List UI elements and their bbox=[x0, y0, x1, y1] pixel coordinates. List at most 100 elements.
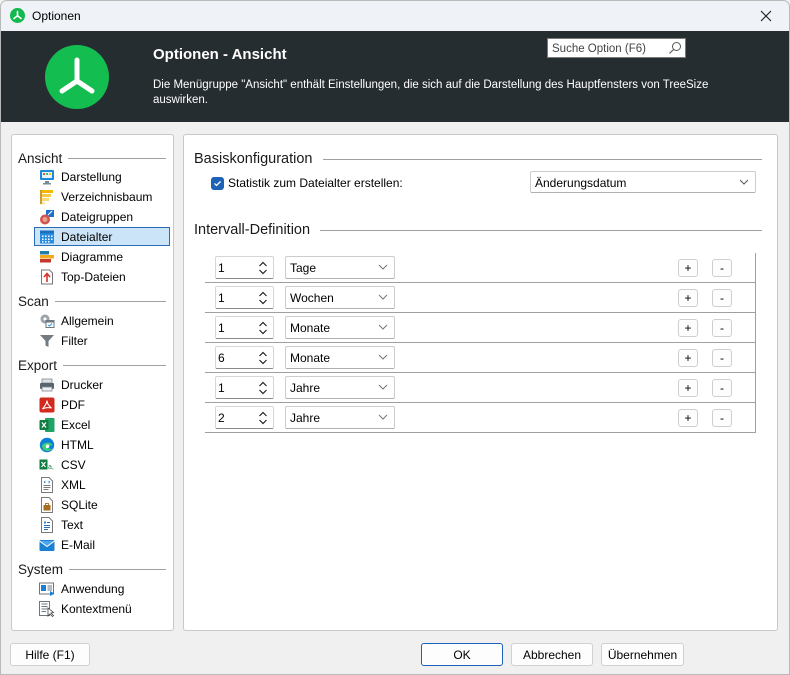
nav-item-dateialter[interactable]: Dateialter bbox=[34, 227, 170, 246]
nav-item-label: Top-Dateien bbox=[61, 269, 126, 284]
nav-item-text[interactable]: Text bbox=[34, 515, 170, 534]
nav-item-filter[interactable]: Filter bbox=[34, 331, 170, 350]
spin-arrows-icon[interactable] bbox=[258, 350, 268, 366]
add-interval-button[interactable]: + bbox=[678, 349, 698, 367]
interval-value-stepper[interactable] bbox=[215, 406, 274, 429]
add-interval-button[interactable]: + bbox=[678, 289, 698, 307]
interval-unit-select[interactable]: Jahre bbox=[285, 406, 395, 429]
remove-interval-button[interactable]: - bbox=[712, 349, 732, 367]
date-type-select[interactable]: Änderungsdatum bbox=[530, 171, 756, 193]
nav-item-label: PDF bbox=[61, 397, 85, 412]
help-button[interactable]: Hilfe (F1) bbox=[10, 643, 90, 666]
cancel-button[interactable]: Abbrechen bbox=[511, 643, 593, 666]
close-button[interactable] bbox=[743, 1, 789, 31]
treesize-app-icon bbox=[10, 8, 25, 23]
nav-item-anwendung[interactable]: Anwendung bbox=[34, 579, 170, 598]
nav-item-label: Excel bbox=[61, 417, 91, 432]
nav-item-label: Text bbox=[61, 517, 84, 532]
interval-unit-select[interactable]: Monate bbox=[285, 346, 395, 369]
remove-interval-button[interactable]: - bbox=[712, 409, 732, 427]
nav-item-sqlite[interactable]: SQLite bbox=[34, 495, 170, 514]
nav-item-diagramme[interactable]: Diagramme bbox=[34, 247, 170, 266]
interval-value-input[interactable] bbox=[218, 350, 254, 365]
filter-icon bbox=[39, 333, 55, 349]
excel-icon bbox=[39, 417, 55, 433]
date-type-value: Änderungsdatum bbox=[535, 176, 627, 190]
nav-item-darstellung[interactable]: Darstellung bbox=[34, 167, 170, 186]
remove-interval-button[interactable]: - bbox=[712, 319, 732, 337]
interval-value-stepper[interactable] bbox=[215, 346, 274, 369]
nav-item-html[interactable]: HTML bbox=[34, 435, 170, 454]
interval-value-input[interactable] bbox=[218, 260, 254, 275]
spin-arrows-icon[interactable] bbox=[258, 410, 268, 426]
remove-interval-button[interactable]: - bbox=[712, 379, 732, 397]
remove-interval-button[interactable]: - bbox=[712, 259, 732, 277]
search-input[interactable] bbox=[552, 41, 662, 56]
nav-item-e-mail[interactable]: E-Mail bbox=[34, 535, 170, 554]
interval-unit-select[interactable]: Jahre bbox=[285, 376, 395, 399]
interval-unit-value: Jahre bbox=[290, 381, 321, 395]
spin-arrows-icon[interactable] bbox=[258, 260, 268, 276]
add-interval-button[interactable]: + bbox=[678, 379, 698, 397]
nav-item-verzeichnisbaum[interactable]: Verzeichnisbaum bbox=[34, 187, 170, 206]
spin-arrows-icon[interactable] bbox=[258, 380, 268, 396]
interval-unit-select[interactable]: Wochen bbox=[285, 286, 395, 309]
search-box[interactable] bbox=[547, 38, 686, 58]
top-files-icon bbox=[39, 269, 55, 285]
statistics-checkbox[interactable] bbox=[211, 176, 224, 190]
nav-item-label: E-Mail bbox=[61, 537, 96, 552]
nav-item-pdf[interactable]: PDF bbox=[34, 395, 170, 414]
svg-text:a,: a, bbox=[48, 464, 54, 471]
nav-item-csv[interactable]: a, CSV bbox=[34, 455, 170, 474]
nav-item-dateigruppen[interactable]: Dateigruppen bbox=[34, 207, 170, 226]
interval-row: Monate + - bbox=[205, 313, 756, 343]
divider bbox=[320, 229, 762, 231]
interval-row: Jahre + - bbox=[205, 403, 756, 433]
mail-icon bbox=[39, 537, 55, 553]
interval-value-stepper[interactable] bbox=[215, 376, 274, 399]
interval-value-stepper[interactable] bbox=[215, 256, 274, 279]
file-groups-icon bbox=[39, 209, 55, 225]
section-basiskonfiguration: Basiskonfiguration bbox=[194, 150, 762, 168]
interval-value-input[interactable] bbox=[218, 290, 254, 305]
nav-item-kontextmenue[interactable]: Kontextmenü bbox=[34, 599, 170, 618]
pdf-icon bbox=[39, 397, 55, 413]
interval-value-stepper[interactable] bbox=[215, 316, 274, 339]
nav-item-top-dateien[interactable]: Top-Dateien bbox=[34, 267, 170, 286]
nav-item-excel[interactable]: Excel bbox=[34, 415, 170, 434]
nav-item-drucker[interactable]: Drucker bbox=[34, 375, 170, 394]
add-interval-button[interactable]: + bbox=[678, 409, 698, 427]
interval-unit-value: Monate bbox=[290, 321, 331, 335]
interval-row: Jahre + - bbox=[205, 373, 756, 403]
spin-arrows-icon[interactable] bbox=[258, 290, 268, 306]
add-interval-button[interactable]: + bbox=[678, 319, 698, 337]
interval-value-stepper[interactable] bbox=[215, 286, 274, 309]
checkmark-icon bbox=[214, 180, 221, 186]
remove-interval-button[interactable]: - bbox=[712, 289, 732, 307]
nav-item-xml[interactable]: XML bbox=[34, 475, 170, 494]
spin-arrows-icon[interactable] bbox=[258, 320, 268, 336]
nav-item-allgemein[interactable]: Allgemein bbox=[34, 311, 170, 330]
interval-unit-select[interactable]: Tage bbox=[285, 256, 395, 279]
search-icon[interactable] bbox=[668, 41, 682, 55]
tree-list-icon bbox=[39, 189, 55, 205]
statistics-checkbox-row[interactable]: Statistik zum Dateialter erstellen: bbox=[211, 176, 403, 190]
interval-value-input[interactable] bbox=[218, 320, 254, 335]
nav-item-label: Darstellung bbox=[61, 169, 122, 184]
section-title: Intervall-Definition bbox=[194, 222, 311, 238]
chevron-down-icon bbox=[378, 324, 388, 330]
add-interval-button[interactable]: + bbox=[678, 259, 698, 277]
nav-group-ansicht: Ansicht bbox=[18, 149, 166, 167]
apply-button[interactable]: Übernehmen bbox=[601, 643, 684, 666]
nav-item-label: Allgemein bbox=[61, 313, 114, 328]
nav-item-label: Drucker bbox=[61, 377, 104, 392]
printer-icon bbox=[39, 377, 55, 393]
ok-button[interactable]: OK bbox=[421, 643, 503, 666]
interval-unit-value: Monate bbox=[290, 351, 331, 365]
title-bar: Optionen bbox=[1, 1, 789, 31]
interval-value-input[interactable] bbox=[218, 410, 254, 425]
nav-item-label: CSV bbox=[61, 457, 86, 472]
header-banner: Optionen - Ansicht Die Menügruppe "Ansic… bbox=[1, 31, 789, 122]
interval-unit-select[interactable]: Monate bbox=[285, 316, 395, 339]
interval-value-input[interactable] bbox=[218, 380, 254, 395]
